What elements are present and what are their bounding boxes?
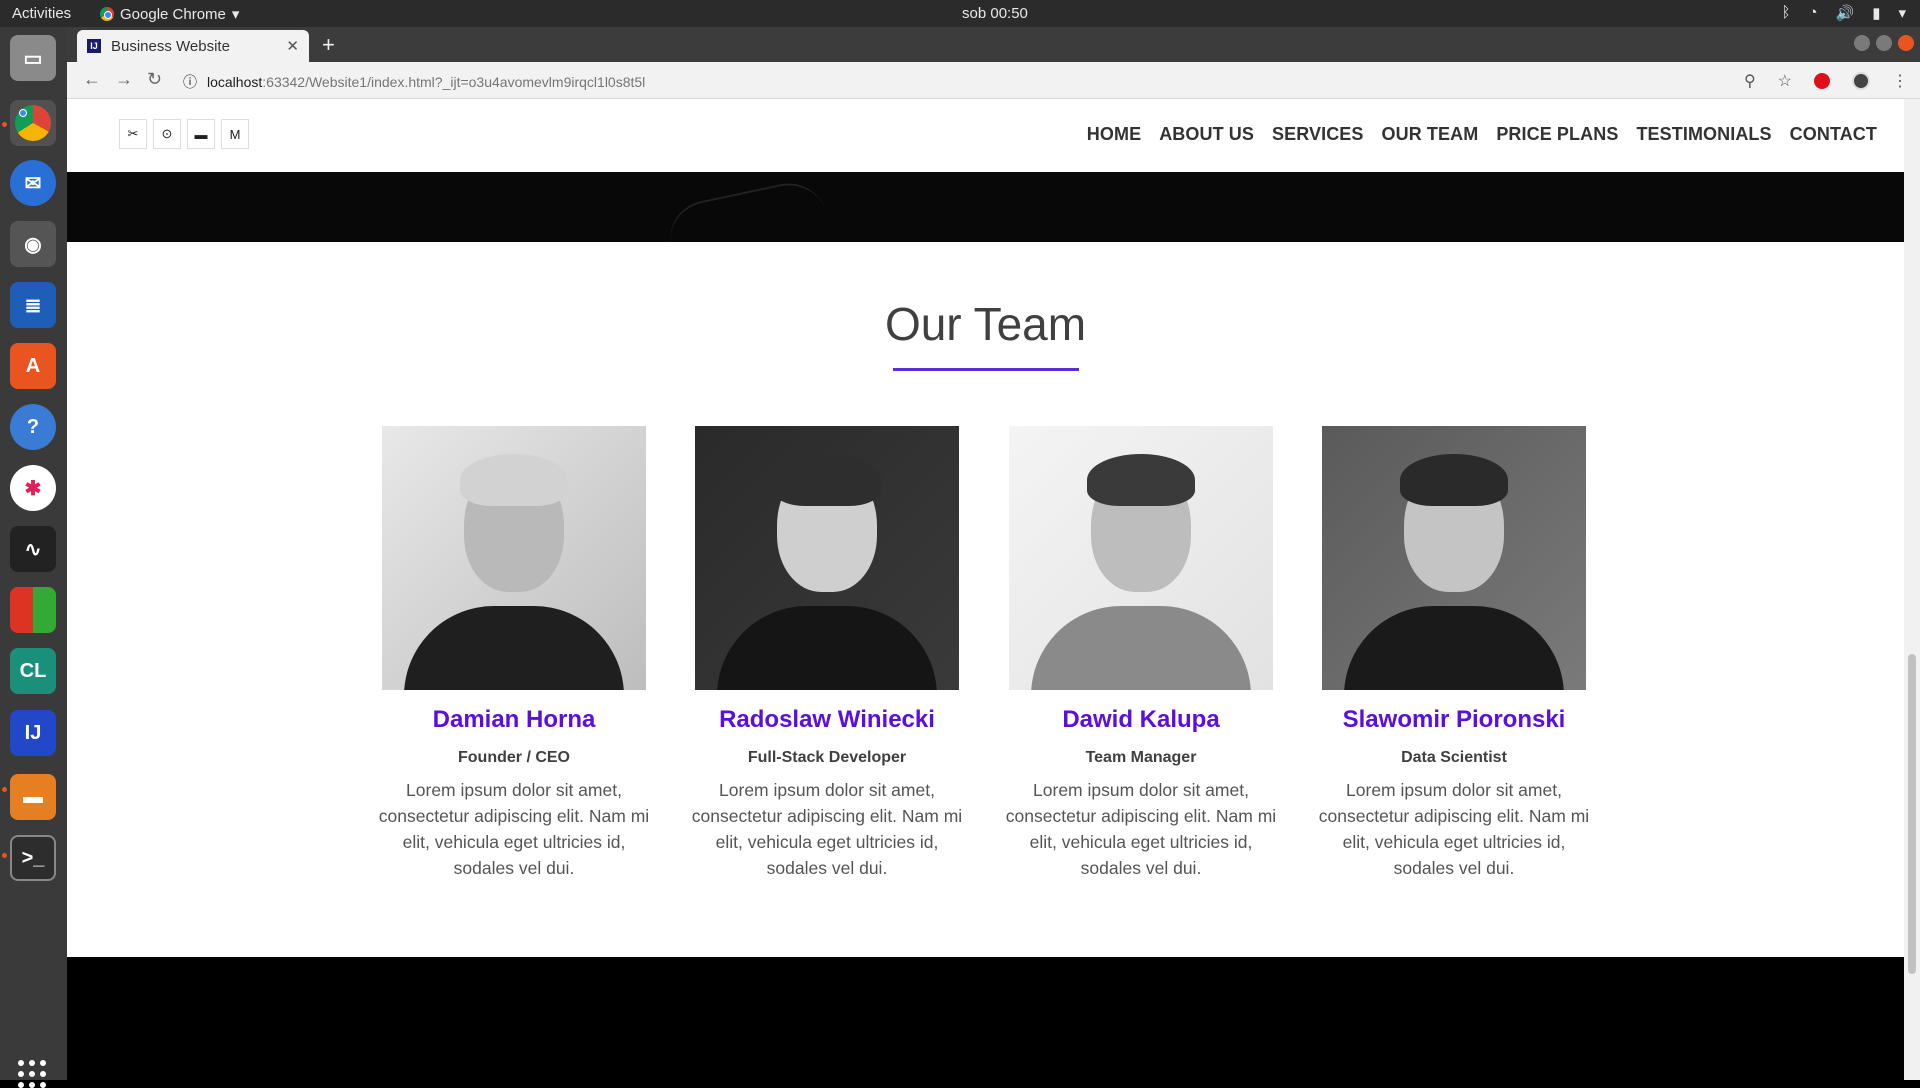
- nav-contact[interactable]: CONTACT: [1790, 124, 1877, 145]
- browser-window: IJ Business Website ✕ + ← → ↻ ⓘ localhos…: [67, 27, 1920, 1080]
- member-role: Data Scientist: [1401, 749, 1507, 766]
- chrome-icon: [100, 7, 114, 21]
- browser-tab[interactable]: IJ Business Website ✕: [77, 30, 309, 62]
- clock[interactable]: sob 00:50: [962, 5, 1028, 22]
- files-icon[interactable]: ▬: [10, 774, 56, 820]
- omnibar-actions: ⚲ ☆ ⋮: [1744, 71, 1908, 91]
- nav-services[interactable]: SERVICES: [1272, 124, 1364, 145]
- slack-icon[interactable]: ✱: [10, 465, 56, 511]
- chevron-down-icon[interactable]: ▾: [1898, 4, 1906, 22]
- terminal-icon[interactable]: >_: [10, 835, 56, 881]
- member-description: Lorem ipsum dolor sit amet, consectetur …: [691, 780, 963, 878]
- member-name: Dawid Kalupa: [1062, 706, 1220, 733]
- member-photo: [695, 426, 959, 690]
- info-icon[interactable]: ⓘ: [183, 72, 197, 92]
- help-icon[interactable]: ?: [10, 404, 56, 450]
- team-card: Dawid Kalupa Team Manager Lorem ipsum do…: [1005, 426, 1277, 881]
- forward-icon[interactable]: →: [115, 69, 133, 90]
- system-tray[interactable]: ᛒ ◔ 🔊 ▮ ▾: [1781, 4, 1906, 22]
- volume-icon[interactable]: 🔊: [1836, 4, 1855, 22]
- thunderbird-icon[interactable]: ✉: [10, 160, 56, 206]
- bookmark-star-icon[interactable]: ☆: [1778, 71, 1792, 91]
- site-logo[interactable]: ✂ ⊙ ▬ M: [119, 114, 255, 154]
- nav-testimonials[interactable]: TESTIMONIALS: [1636, 124, 1771, 145]
- member-photo: [1322, 426, 1586, 690]
- dock: ▭ ✉ ◉ ≣ A ? ✱ ∿ CL IJ ▬ >_: [0, 27, 67, 1088]
- url-host: localhost: [207, 74, 263, 90]
- battery-icon[interactable]: ▮: [1872, 4, 1880, 22]
- software-center-icon[interactable]: A: [10, 343, 56, 389]
- hero-section-bottom: [67, 172, 1904, 268]
- member-description: Lorem ipsum dolor sit amet, consectetur …: [378, 780, 650, 878]
- close-window-icon[interactable]: [1898, 35, 1914, 51]
- show-apps-icon[interactable]: [18, 1060, 46, 1088]
- window-controls: [1854, 35, 1914, 51]
- chrome-dock-icon[interactable]: [10, 100, 56, 146]
- page-scrollbar[interactable]: [1904, 99, 1920, 1080]
- system-monitor-icon[interactable]: ∿: [10, 526, 56, 572]
- app-menu[interactable]: Google Chrome ▾: [100, 5, 239, 23]
- close-tab-icon[interactable]: ✕: [286, 37, 299, 55]
- member-description: Lorem ipsum dolor sit amet, consectetur …: [1005, 780, 1277, 878]
- section-title: Our Team: [884, 298, 1087, 350]
- logo-glyph: ▬: [187, 119, 215, 149]
- member-photo: [1009, 426, 1273, 690]
- web-page: ✂ ⊙ ▬ M HOME ABOUT US SERVICES OUR TEAM …: [67, 99, 1904, 1080]
- favicon-icon: IJ: [87, 39, 101, 53]
- extension-icon[interactable]: [1814, 73, 1830, 89]
- writer-icon[interactable]: ≣: [10, 282, 56, 328]
- tab-title: Business Website: [111, 37, 230, 55]
- member-description: Lorem ipsum dolor sit amet, consectetur …: [1318, 780, 1590, 878]
- member-name: Radoslaw Winiecki: [719, 706, 935, 733]
- next-section: [67, 957, 1904, 1080]
- member-role: Founder / CEO: [458, 749, 570, 766]
- team-card: Radoslaw Winiecki Full-Stack Developer L…: [691, 426, 963, 881]
- team-card: Slawomir Pioronski Data Scientist Lorem …: [1318, 426, 1590, 881]
- nav-price-plans[interactable]: PRICE PLANS: [1496, 124, 1618, 145]
- tab-strip: IJ Business Website ✕ +: [67, 27, 1920, 62]
- site-navbar: ✂ ⊙ ▬ M HOME ABOUT US SERVICES OUR TEAM …: [67, 99, 1904, 172]
- url-path: :63342/Website1/index.html?_ijt=o3u4avom…: [262, 74, 646, 90]
- more-menu-icon[interactable]: ⋮: [1892, 71, 1908, 91]
- intellij-icon[interactable]: IJ: [10, 710, 56, 756]
- logo-glyph: ⊙: [153, 119, 181, 149]
- member-name: Slawomir Pioronski: [1342, 706, 1566, 733]
- back-icon[interactable]: ←: [83, 69, 101, 90]
- omnibar: ← → ↻ ⓘ localhost:63342/Website1/index.h…: [67, 62, 1920, 99]
- new-tab-icon[interactable]: +: [322, 32, 335, 58]
- clion-icon[interactable]: CL: [10, 648, 56, 694]
- office-icon[interactable]: [10, 587, 56, 633]
- member-role: Full-Stack Developer: [747, 749, 907, 766]
- activities-button[interactable]: Activities: [12, 5, 71, 22]
- team-section: Our Team Damian Horna Founder / CEO Lore…: [67, 242, 1904, 957]
- bluetooth-icon[interactable]: ᛒ: [1781, 4, 1790, 22]
- member-photo: [382, 426, 646, 690]
- chevron-down-icon: ▾: [231, 6, 240, 23]
- member-role: Team Manager: [1085, 749, 1197, 766]
- zoom-icon[interactable]: ⚲: [1744, 71, 1756, 91]
- nav-about-us[interactable]: ABOUT US: [1159, 124, 1254, 145]
- title-underline: [893, 368, 1079, 371]
- nav-home[interactable]: HOME: [1087, 124, 1141, 145]
- maximize-icon[interactable]: [1876, 35, 1892, 51]
- main-menu: HOME ABOUT US SERVICES OUR TEAM PRICE PL…: [1087, 124, 1877, 145]
- files-drawer-icon[interactable]: ▭: [10, 35, 56, 81]
- address-bar[interactable]: ⓘ localhost:63342/Website1/index.html?_i…: [183, 72, 645, 92]
- team-card: Damian Horna Founder / CEO Lorem ipsum d…: [378, 426, 650, 881]
- minimize-icon[interactable]: [1854, 35, 1870, 51]
- app-menu-label: Google Chrome: [120, 5, 226, 23]
- profile-avatar[interactable]: [1852, 72, 1870, 90]
- scrollbar-thumb[interactable]: [1908, 654, 1916, 974]
- nav-our-team[interactable]: OUR TEAM: [1382, 124, 1479, 145]
- logo-glyph: M: [221, 119, 249, 149]
- reload-icon[interactable]: ↻: [147, 69, 162, 90]
- rhythmbox-icon[interactable]: ◉: [10, 221, 56, 267]
- wifi-icon[interactable]: ◔: [1808, 4, 1817, 22]
- logo-glyph: ✂: [119, 119, 147, 149]
- member-name: Damian Horna: [432, 706, 596, 733]
- system-top-bar: Activities Google Chrome ▾ sob 00:50 ᛒ ◔…: [0, 0, 1920, 27]
